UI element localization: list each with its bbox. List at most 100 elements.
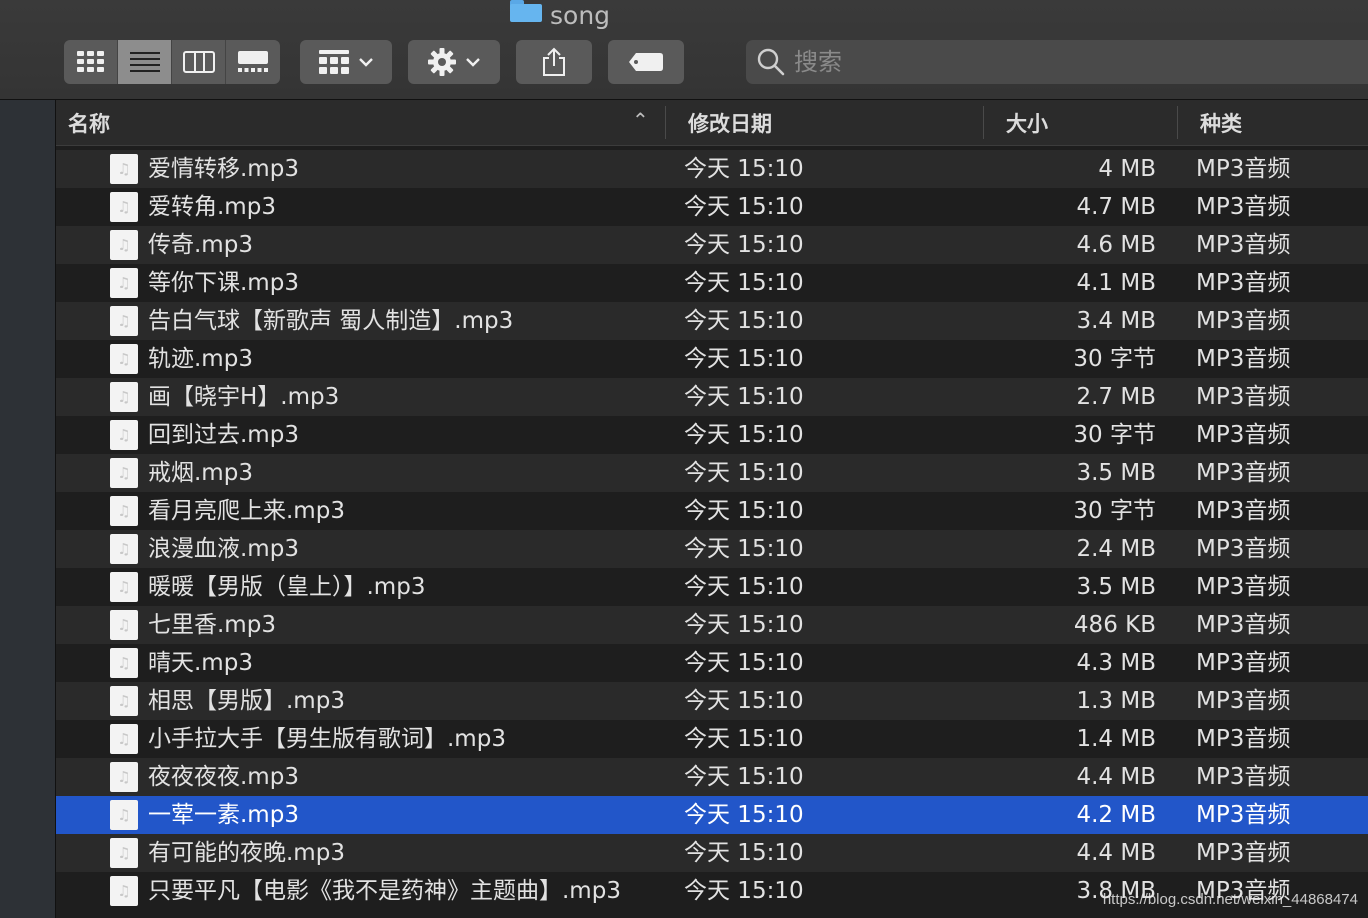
file-modified-date: 今天 15:10 [684,384,804,410]
file-modified-date: 今天 15:10 [684,726,804,752]
file-size: 3.5 MB [1076,574,1156,600]
search-input[interactable] [794,42,1334,82]
window-title-text: song [550,0,611,30]
file-row[interactable]: ♫ 戒烟.mp3 今天 15:10 3.5 MB MP3音频 [56,454,1368,492]
sort-ascending-icon: ⌃ [632,108,649,132]
column-header-bar: 名称 ⌃ 修改日期 大小 种类 [56,100,1368,146]
group-grid-icon [319,50,349,74]
file-row[interactable]: ♫ 等你下课.mp3 今天 15:10 4.1 MB MP3音频 [56,264,1368,302]
file-name: 七里香.mp3 [148,612,276,638]
file-row[interactable]: ♫ 相思【男版】.mp3 今天 15:10 1.3 MB MP3音频 [56,682,1368,720]
action-button[interactable] [408,40,500,84]
column-divider[interactable] [1177,106,1178,139]
audio-file-icon: ♫ [110,420,138,450]
file-name: 爱转角.mp3 [148,194,276,220]
column-divider[interactable] [983,106,984,139]
file-row[interactable]: ♫ 告白气球【新歌声 蜀人制造】.mp3 今天 15:10 3.4 MB MP3音频 [56,302,1368,340]
file-modified-date: 今天 15:10 [684,498,804,524]
gear-icon [428,48,456,76]
audio-file-icon: ♫ [110,496,138,526]
file-row[interactable]: ♫ 有可能的夜晚.mp3 今天 15:10 4.4 MB MP3音频 [56,834,1368,872]
file-row[interactable]: ♫ 晴天.mp3 今天 15:10 4.3 MB MP3音频 [56,644,1368,682]
toolbar: song [0,0,1368,100]
file-kind: MP3音频 [1196,498,1291,524]
column-divider[interactable] [665,106,666,139]
audio-file-icon: ♫ [110,534,138,564]
file-row[interactable]: ♫ 画【晓宇H】.mp3 今天 15:10 2.7 MB MP3音频 [56,378,1368,416]
file-size: 4 MB [1098,156,1156,182]
file-row[interactable]: ♫ 一荤一素.mp3 今天 15:10 4.2 MB MP3音频 [56,796,1368,834]
icon-view-button[interactable] [64,40,118,84]
file-kind: MP3音频 [1196,726,1291,752]
audio-file-icon: ♫ [110,724,138,754]
file-modified-date: 今天 15:10 [684,840,804,866]
file-row[interactable]: ♫ 传奇.mp3 今天 15:10 4.6 MB MP3音频 [56,226,1368,264]
file-row[interactable]: ♫ 回到过去.mp3 今天 15:10 30 字节 MP3音频 [56,416,1368,454]
file-row[interactable]: ♫ 爱情转移.mp3 今天 15:10 4 MB MP3音频 [56,150,1368,188]
file-name: 看月亮爬上来.mp3 [148,498,345,524]
file-row[interactable]: ♫ 爱转角.mp3 今天 15:10 4.7 MB MP3音频 [56,188,1368,226]
file-size: 30 字节 [1073,346,1156,372]
file-kind: MP3音频 [1196,232,1291,258]
file-modified-date: 今天 15:10 [684,688,804,714]
file-row[interactable]: ♫ 轨迹.mp3 今天 15:10 30 字节 MP3音频 [56,340,1368,378]
file-modified-date: 今天 15:10 [684,422,804,448]
audio-file-icon: ♫ [110,192,138,222]
icon-view-grid-icon [76,51,104,72]
file-name: 回到过去.mp3 [148,422,299,448]
finder-window: song 搜索 名称 ⌃ 修改日期 大小 种类 ♫ 爱情转移.mp3 今天 15… [0,0,1368,918]
file-name: 小手拉大手【男生版有歌词】.mp3 [148,726,506,752]
file-row[interactable]: ♫ 七里香.mp3 今天 15:10 486 KB MP3音频 [56,606,1368,644]
file-kind: MP3音频 [1196,840,1291,866]
file-row[interactable]: ♫ 看月亮爬上来.mp3 今天 15:10 30 字节 MP3音频 [56,492,1368,530]
file-name: 等你下课.mp3 [148,270,299,296]
file-name: 爱情转移.mp3 [148,156,299,182]
file-row[interactable]: ♫ 浪漫血液.mp3 今天 15:10 2.4 MB MP3音频 [56,530,1368,568]
audio-file-icon: ♫ [110,876,138,906]
file-kind: MP3音频 [1196,194,1291,220]
file-name: 暖暖【男版（皇上）】.mp3 [148,574,426,600]
file-kind: MP3音频 [1196,574,1291,600]
file-size: 1.3 MB [1076,688,1156,714]
file-size: 3.5 MB [1076,460,1156,486]
file-name: 一荤一素.mp3 [148,802,299,828]
audio-file-icon: ♫ [110,648,138,678]
tag-button[interactable] [608,40,684,84]
column-header-kind[interactable]: 种类 [1200,100,1360,145]
file-name: 有可能的夜晚.mp3 [148,840,345,866]
column-view-button[interactable] [172,40,226,84]
list-view-button[interactable] [118,40,172,84]
audio-file-icon: ♫ [110,382,138,412]
file-size: 4.4 MB [1076,764,1156,790]
share-icon [543,47,565,76]
file-modified-date: 今天 15:10 [684,460,804,486]
file-size: 4.7 MB [1076,194,1156,220]
group-by-button[interactable] [300,40,392,84]
file-name: 告白气球【新歌声 蜀人制造】.mp3 [148,308,514,334]
file-modified-date: 今天 15:10 [684,270,804,296]
file-row[interactable]: ♫ 夜夜夜夜.mp3 今天 15:10 4.4 MB MP3音频 [56,758,1368,796]
column-header-name[interactable]: 名称 ⌃ [68,100,664,145]
file-name: 夜夜夜夜.mp3 [148,764,299,790]
search-field[interactable] [746,40,1368,84]
file-size: 3.4 MB [1076,308,1156,334]
file-row[interactable]: ♫ 小手拉大手【男生版有歌词】.mp3 今天 15:10 1.4 MB MP3音频 [56,720,1368,758]
view-mode-segmented-control [64,40,280,84]
chevron-down-icon [466,58,480,67]
column-view-icon [182,51,215,73]
file-rows: ♫ 爱情转移.mp3 今天 15:10 4 MB MP3音频 ♫ 爱转角.mp3 今天 15:… [56,150,1368,910]
search-icon [757,48,785,76]
gallery-view-button[interactable] [226,40,280,84]
file-kind: MP3音频 [1196,270,1291,296]
file-name: 传奇.mp3 [148,232,253,258]
file-size: 4.2 MB [1076,802,1156,828]
share-button[interactable] [516,40,592,84]
file-modified-date: 今天 15:10 [684,194,804,220]
audio-file-icon: ♫ [110,306,138,336]
file-modified-date: 今天 15:10 [684,574,804,600]
column-header-size[interactable]: 大小 [1006,100,1166,145]
column-header-date[interactable]: 修改日期 [688,100,978,145]
file-row[interactable]: ♫ 暖暖【男版（皇上）】.mp3 今天 15:10 3.5 MB MP3音频 [56,568,1368,606]
audio-file-icon: ♫ [110,268,138,298]
file-modified-date: 今天 15:10 [684,232,804,258]
